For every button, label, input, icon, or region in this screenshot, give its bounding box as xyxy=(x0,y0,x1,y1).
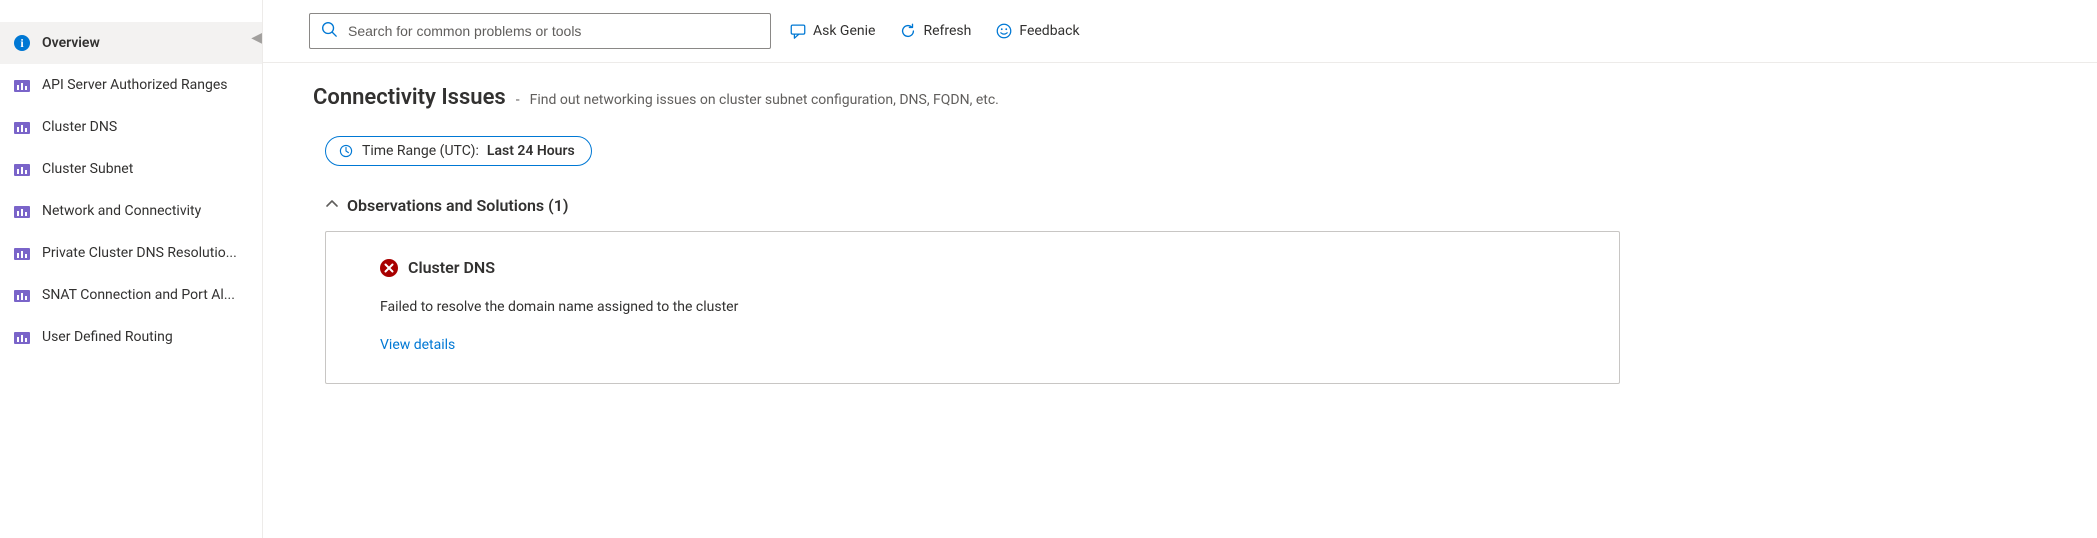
sidebar-item-label: API Server Authorized Ranges xyxy=(42,77,228,93)
time-range-value: Last 24 Hours xyxy=(487,143,575,159)
sidebar-item-overview[interactable]: i Overview xyxy=(0,22,262,64)
sidebar-item-private-cluster-dns[interactable]: Private Cluster DNS Resolutio... xyxy=(0,232,262,274)
page-title: Connectivity Issues xyxy=(313,85,506,110)
chart-icon xyxy=(14,77,30,93)
chart-icon xyxy=(14,329,30,345)
ask-genie-label: Ask Genie xyxy=(813,23,875,39)
sidebar-item-cluster-dns[interactable]: Cluster DNS xyxy=(0,106,262,148)
chevron-up-icon xyxy=(325,196,339,215)
feedback-label: Feedback xyxy=(1019,23,1079,39)
chart-icon xyxy=(14,161,30,177)
time-range-prefix: Time Range (UTC): xyxy=(362,143,479,159)
sidebar-item-label: User Defined Routing xyxy=(42,329,173,345)
time-range-filter[interactable]: Time Range (UTC): Last 24 Hours xyxy=(325,136,592,166)
observation-card: Cluster DNS Failed to resolve the domain… xyxy=(325,231,1620,384)
page-header: Connectivity Issues - Find out networkin… xyxy=(313,85,2047,110)
smiley-icon xyxy=(995,22,1013,40)
sidebar-collapse-icon[interactable]: ◀ xyxy=(251,30,262,46)
clock-icon xyxy=(338,143,354,159)
sidebar-item-label: Private Cluster DNS Resolutio... xyxy=(42,245,237,261)
sidebar-item-cluster-subnet[interactable]: Cluster Subnet xyxy=(0,148,262,190)
sidebar-item-label: Cluster Subnet xyxy=(42,161,133,177)
page-title-separator: - xyxy=(516,92,520,108)
observations-header[interactable]: Observations and Solutions (1) xyxy=(325,196,2047,215)
sidebar-item-label: Overview xyxy=(42,35,100,51)
sidebar-item-network-connectivity[interactable]: Network and Connectivity xyxy=(0,190,262,232)
search-input[interactable] xyxy=(346,22,760,40)
ask-genie-button[interactable]: Ask Genie xyxy=(783,18,881,44)
chart-icon xyxy=(14,287,30,303)
chart-icon xyxy=(14,119,30,135)
page-subtitle: Find out networking issues on cluster su… xyxy=(530,92,999,108)
toolbar: Ask Genie Refresh Feedback xyxy=(263,0,2097,63)
sidebar-item-label: Cluster DNS xyxy=(42,119,117,135)
chart-icon xyxy=(14,245,30,261)
error-icon xyxy=(380,259,398,277)
search-icon xyxy=(320,20,338,42)
observations-title: Observations and Solutions (1) xyxy=(347,196,568,215)
observation-card-title: Cluster DNS xyxy=(408,258,495,277)
sidebar-item-snat-connection[interactable]: SNAT Connection and Port Al... xyxy=(0,274,262,316)
sidebar: ◀ i Overview API Server Authorized Range… xyxy=(0,0,263,538)
sidebar-item-user-defined-routing[interactable]: User Defined Routing xyxy=(0,316,262,358)
sidebar-item-label: SNAT Connection and Port Al... xyxy=(42,287,235,303)
chart-icon xyxy=(14,203,30,219)
refresh-label: Refresh xyxy=(923,23,971,39)
sidebar-item-label: Network and Connectivity xyxy=(42,203,201,219)
info-icon: i xyxy=(14,35,30,51)
feedback-button[interactable]: Feedback xyxy=(989,18,1085,44)
view-details-link[interactable]: View details xyxy=(380,337,1565,353)
refresh-button[interactable]: Refresh xyxy=(893,18,977,44)
observation-card-description: Failed to resolve the domain name assign… xyxy=(380,299,1565,315)
search-input-wrapper[interactable] xyxy=(309,13,771,49)
chat-icon xyxy=(789,22,807,40)
sidebar-item-api-server-authorized-ranges[interactable]: API Server Authorized Ranges xyxy=(0,64,262,106)
refresh-icon xyxy=(899,22,917,40)
